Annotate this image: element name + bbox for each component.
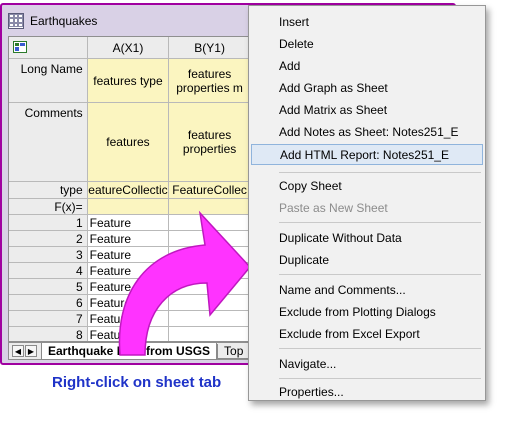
menu-separator <box>279 378 481 379</box>
menu-label-insert: Insert <box>279 14 310 29</box>
menu-label-copy-sheet: Copy Sheet <box>279 178 342 193</box>
caption-text: Right-click on sheet tab <box>52 374 222 391</box>
menu-paste-as-new-sheet[interactable]: Paste as New Sheet <box>251 197 483 218</box>
row-number[interactable]: 8 <box>9 327 88 341</box>
row-number[interactable]: 1 <box>9 215 88 231</box>
menu-properties[interactable]: Properties... <box>251 381 483 402</box>
type-a[interactable]: eatureCollectic <box>87 182 170 199</box>
menu-label-add-matrix: Add Matrix as Sheet <box>279 102 388 117</box>
row-number[interactable]: 7 <box>9 311 88 327</box>
menu-add-matrix-as-sheet[interactable]: Add Matrix as Sheet <box>251 99 483 120</box>
menu-label-duplicate: Duplicate <box>279 252 330 267</box>
row-number[interactable]: 4 <box>9 263 88 279</box>
tab-scroll-right-button[interactable]: ▶ <box>25 345 37 357</box>
comments-b[interactable]: features properties <box>169 103 251 182</box>
menu-delete[interactable]: Delete <box>251 33 483 54</box>
menu-separator <box>279 172 481 173</box>
menu-separator <box>279 348 481 349</box>
menu-label-add-html-report: Add HTML Report: Notes251_E <box>280 147 449 162</box>
menu-label-add-graph: Add Graph as Sheet <box>279 80 388 95</box>
menu-label-add-notes: Add Notes as Sheet: Notes251_E <box>279 124 459 139</box>
menu-exclude-plotting-dialogs[interactable]: Exclude from Plotting Dialogs <box>251 301 483 322</box>
menu-add-graph-as-sheet[interactable]: Add Graph as Sheet <box>251 77 483 98</box>
menu-label-exclude-excel: Exclude from Excel Export <box>279 326 420 341</box>
type-b[interactable]: FeatureCollec <box>169 182 251 199</box>
menu-name-and-comments[interactable]: Name and Comments... <box>251 279 483 300</box>
row-number[interactable]: 3 <box>9 247 88 263</box>
menu-label-add: Add <box>279 58 301 73</box>
row-number[interactable]: 2 <box>9 231 88 247</box>
corner-cell[interactable] <box>9 37 88 59</box>
row-label-type: type <box>9 182 88 199</box>
comments-a[interactable]: features <box>87 103 170 182</box>
menu-insert[interactable]: Insert <box>251 11 483 32</box>
long-name-a[interactable]: features type <box>87 59 170 103</box>
worksheet-icon <box>8 12 24 29</box>
menu-add[interactable]: Add <box>251 55 483 76</box>
menu-navigate[interactable]: Navigate... <box>251 353 483 374</box>
menu-label-exclude-plotting: Exclude from Plotting Dialogs <box>279 304 436 319</box>
menu-label-navigate: Navigate... <box>279 356 337 371</box>
menu-copy-sheet[interactable]: Copy Sheet <box>251 175 483 196</box>
menu-separator <box>279 274 481 275</box>
row-label-comments: Comments <box>9 103 88 182</box>
menu-label-duplicate-without-data: Duplicate Without Data <box>279 230 402 245</box>
menu-separator <box>279 222 481 223</box>
sheet-tab-context-menu: Insert Delete Add Add Graph as Sheet Add… <box>248 5 486 401</box>
column-header-b[interactable]: B(Y1) <box>169 37 251 59</box>
row-label-fx: F(x)= <box>9 199 88 215</box>
window-title: Earthquakes <box>30 13 98 28</box>
menu-label-paste-new-sheet: Paste as New Sheet <box>279 200 388 215</box>
menu-label-name-comments: Name and Comments... <box>279 282 406 297</box>
curved-arrow-icon <box>118 210 251 356</box>
menu-duplicate[interactable]: Duplicate <box>251 249 483 270</box>
menu-add-notes-as-sheet[interactable]: Add Notes as Sheet: Notes251_E <box>251 121 483 142</box>
row-number[interactable]: 5 <box>9 279 88 295</box>
column-header-a[interactable]: A(X1) <box>87 37 170 59</box>
menu-label-delete: Delete <box>279 36 314 51</box>
menu-add-html-report[interactable]: Add HTML Report: Notes251_E <box>251 144 483 165</box>
row-label-long-name: Long Name <box>9 59 88 103</box>
tab-scroll-left-button[interactable]: ◀ <box>12 345 24 357</box>
menu-exclude-excel-export[interactable]: Exclude from Excel Export <box>251 323 483 344</box>
row-number[interactable]: 6 <box>9 295 88 311</box>
select-all-icon <box>13 40 27 53</box>
menu-duplicate-without-data[interactable]: Duplicate Without Data <box>251 227 483 248</box>
menu-label-properties: Properties... <box>279 384 344 399</box>
long-name-b[interactable]: features properties m <box>169 59 251 103</box>
